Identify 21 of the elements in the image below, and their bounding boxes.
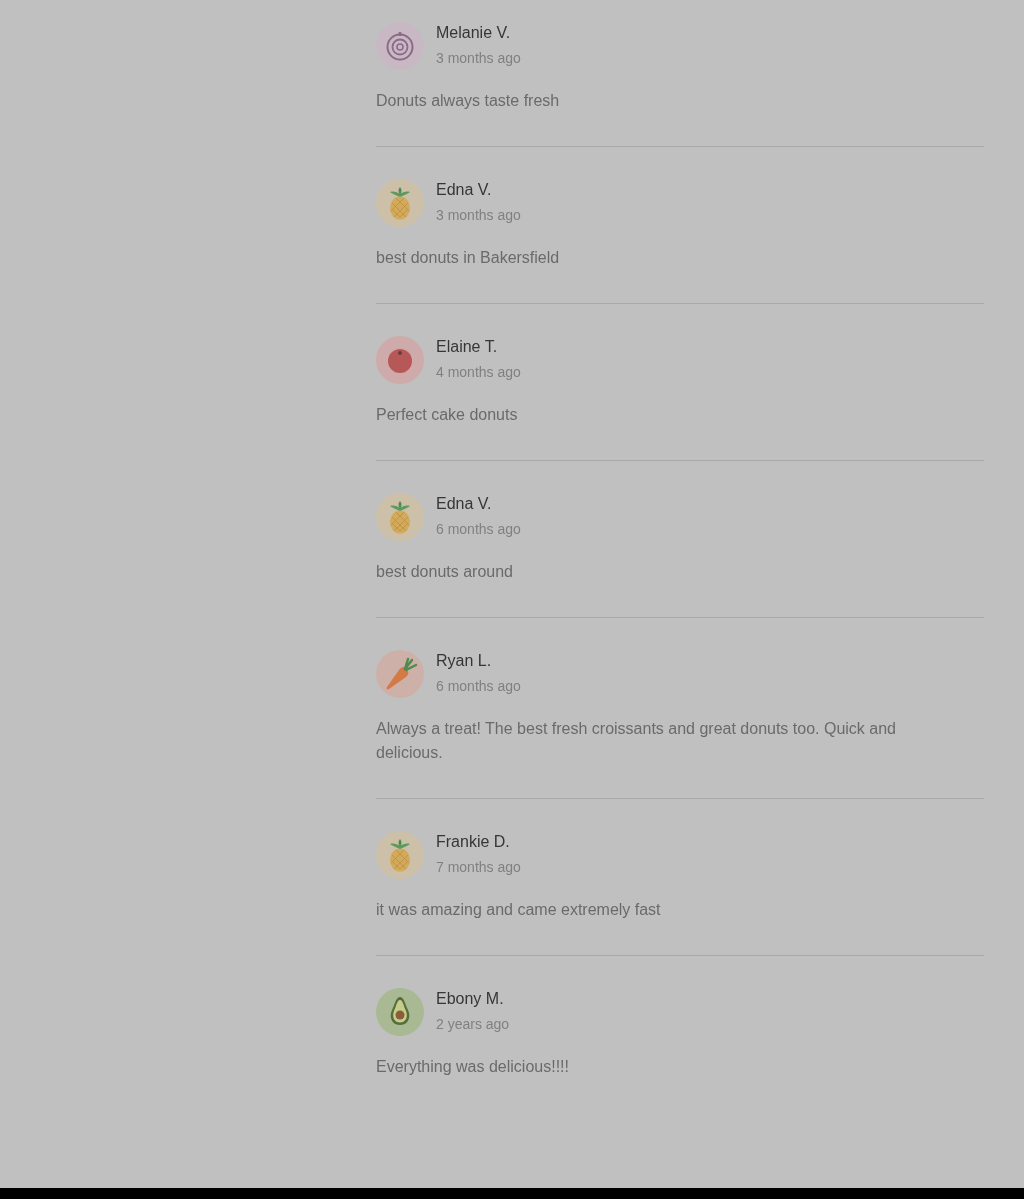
review-date: 4 months ago (436, 363, 521, 382)
reviewer-name: Frankie D. (436, 832, 510, 852)
review-text: Donuts always taste fresh (376, 91, 561, 111)
review-date: 6 months ago (436, 520, 521, 539)
reviewer-name: Ryan L. (436, 651, 492, 671)
review-text: Everything was delicious!!!! (376, 1057, 570, 1077)
reviewer-name: Melanie V. (436, 23, 511, 43)
review-date: 6 months ago (436, 677, 521, 696)
review-text: Always a treat! The best fresh croissants and great donuts too. Quick and delicious. (376, 719, 897, 763)
review-date: 2 years ago (436, 1015, 510, 1034)
reviewer-name: Edna V. (436, 180, 492, 200)
reviewer-name: Elaine T. (436, 337, 498, 357)
review-date: 3 months ago (436, 49, 521, 68)
review-text: Perfect cake donuts (376, 405, 519, 425)
review-text: best donuts around (376, 562, 514, 582)
review-text: it was amazing and came extremely fast (376, 900, 662, 920)
reviewer-name: Ebony M. (436, 989, 504, 1009)
reviewer-name: Edna V. (436, 494, 492, 514)
review-date: 7 months ago (436, 858, 521, 877)
review-date: 3 months ago (436, 206, 521, 225)
review-text: best donuts in Bakersfield (376, 248, 561, 268)
